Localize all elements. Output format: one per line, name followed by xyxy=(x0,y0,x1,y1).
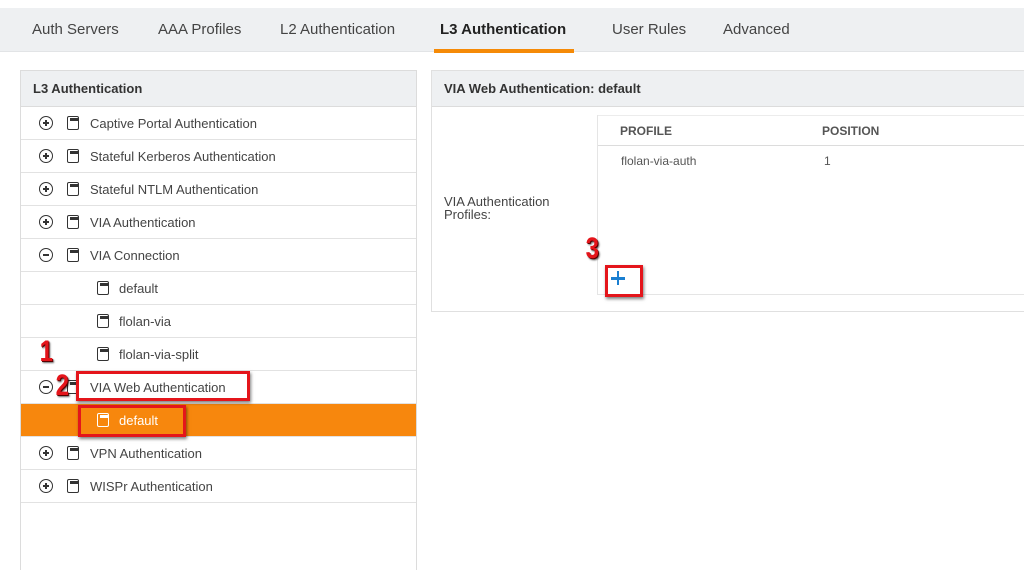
position-cell: 1 xyxy=(824,154,831,168)
tab-aaa-profiles[interactable]: AAA Profiles xyxy=(158,8,241,52)
tree-item-label: default xyxy=(119,413,159,428)
expand-plus-icon[interactable] xyxy=(39,182,53,196)
table-row[interactable]: flolan-via-auth 1 xyxy=(598,146,1024,176)
via-web-authentication-detail-panel: VIA Web Authentication: default VIA Auth… xyxy=(431,70,1024,312)
profile-doc-icon xyxy=(67,182,79,196)
tree-item-label: VPN Authentication xyxy=(90,446,203,461)
tree-item-vpn-authentication[interactable]: VPN Authentication xyxy=(21,437,416,470)
collapse-minus-icon[interactable] xyxy=(39,248,53,262)
profile-doc-icon xyxy=(67,116,79,130)
annotation-number-2: 2 xyxy=(55,369,70,402)
profile-doc-icon xyxy=(97,413,109,427)
tab-auth-servers[interactable]: Auth Servers xyxy=(32,8,119,52)
tree-item-wispr-authentication[interactable]: WISPr Authentication xyxy=(21,470,416,503)
l3-authentication-tree-panel: L3 Authentication Captive Portal Authent… xyxy=(20,70,417,570)
expand-plus-icon[interactable] xyxy=(39,116,53,130)
via-authentication-profiles-label: VIA Authentication Profiles: xyxy=(444,194,550,222)
tree-item-via-web-authentication[interactable]: VIA Web Authentication xyxy=(21,371,416,404)
tree-item-via-web-authentication-default[interactable]: default xyxy=(21,404,416,437)
tab-user-rules[interactable]: User Rules xyxy=(612,8,686,52)
tab-l2-authentication[interactable]: L2 Authentication xyxy=(280,8,395,52)
expand-plus-icon[interactable] xyxy=(39,479,53,493)
profile-cell: flolan-via-auth xyxy=(621,154,697,168)
tree-item-label: VIA Authentication xyxy=(90,215,196,230)
tree-item-label: flolan-via-split xyxy=(119,347,199,362)
tree-item-label: VIA Web Authentication xyxy=(90,380,226,395)
tree-item-flolan-via[interactable]: flolan-via xyxy=(21,305,416,338)
tree-item-captive-portal-authentication[interactable]: Captive Portal Authentication xyxy=(21,107,416,140)
tree-item-flolan-via-split[interactable]: flolan-via-split xyxy=(21,338,416,371)
add-profile-button[interactable] xyxy=(608,268,628,288)
profile-doc-icon xyxy=(67,446,79,460)
profile-doc-icon xyxy=(97,281,109,295)
profile-doc-icon xyxy=(67,215,79,229)
tree-item-via-connection[interactable]: VIA Connection xyxy=(21,239,416,272)
column-header-profile[interactable]: PROFILE xyxy=(620,116,672,146)
collapse-minus-icon[interactable] xyxy=(39,380,53,394)
profile-doc-icon xyxy=(97,314,109,328)
annotation-number-3: 3 xyxy=(585,232,600,265)
tab-bar: Auth Servers AAA Profiles L2 Authenticat… xyxy=(0,8,1024,53)
tree-item-label: default xyxy=(119,281,159,296)
tree-item-label: Stateful Kerberos Authentication xyxy=(90,149,276,164)
tab-l3-authentication[interactable]: L3 Authentication xyxy=(433,8,575,53)
via-authentication-profiles-table: PROFILE POSITION flolan-via-auth 1 xyxy=(597,115,1024,295)
tree-item-via-connection-default[interactable]: default xyxy=(21,272,416,305)
tree-item-label: VIA Connection xyxy=(90,248,180,263)
profile-doc-icon xyxy=(97,347,109,361)
tree-item-stateful-kerberos-authentication[interactable]: Stateful Kerberos Authentication xyxy=(21,140,416,173)
detail-panel-title: VIA Web Authentication: default xyxy=(432,71,1024,107)
table-header-row: PROFILE POSITION xyxy=(598,115,1024,146)
expand-plus-icon[interactable] xyxy=(39,149,53,163)
tree-item-stateful-ntlm-authentication[interactable]: Stateful NTLM Authentication xyxy=(21,173,416,206)
tree-item-label: WISPr Authentication xyxy=(90,479,213,494)
tab-advanced[interactable]: Advanced xyxy=(723,8,790,52)
tree-item-label: Stateful NTLM Authentication xyxy=(90,182,259,197)
column-header-position[interactable]: POSITION xyxy=(822,116,879,146)
expand-plus-icon[interactable] xyxy=(39,446,53,460)
tree-item-label: flolan-via xyxy=(119,314,172,329)
profile-doc-icon xyxy=(67,479,79,493)
tree-item-via-authentication[interactable]: VIA Authentication xyxy=(21,206,416,239)
tree-item-label: Captive Portal Authentication xyxy=(90,116,257,131)
profile-doc-icon xyxy=(67,248,79,262)
profile-doc-icon xyxy=(67,149,79,163)
expand-plus-icon[interactable] xyxy=(39,215,53,229)
tree-panel-title: L3 Authentication xyxy=(21,71,416,107)
annotation-number-1: 1 xyxy=(39,335,54,368)
